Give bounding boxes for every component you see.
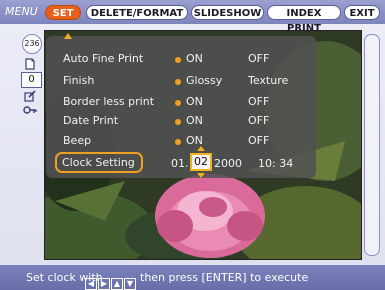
selected-bullet-icon [175,100,181,106]
selected-bullet-icon [175,119,181,125]
tab-exit[interactable]: EXIT [344,5,380,20]
finish-glossy-option[interactable]: Glossy [186,74,222,87]
increase-arrow-icon[interactable] [197,146,205,151]
copies-field[interactable]: 0 [21,72,42,88]
image-count-badge: 236 [22,34,42,54]
clock-month[interactable]: 01. [171,157,189,170]
left-arrow-key-icon: ◀ [85,278,97,290]
clock-year[interactable]: 2000 [214,157,242,170]
clock-day-field[interactable]: 02 [190,153,212,171]
borderless-off-option[interactable]: OFF [248,95,269,108]
auto-fine-print-off-option[interactable]: OFF [248,52,269,65]
setting-label-auto-fine-print: Auto Fine Print [63,52,144,65]
setting-label-clock: Clock Setting [62,156,135,169]
setting-label-borderless-print: Border less print [63,95,155,108]
scrollbar[interactable] [364,34,380,256]
selected-bullet-icon [175,139,181,145]
tab-delete-format[interactable]: DELETE/FORMAT [86,5,188,20]
status-suffix: then press [ENTER] to execute [140,271,309,284]
tab-slideshow[interactable]: SLIDESHOW [191,5,264,20]
selected-bullet-icon [175,57,181,63]
date-print-off-option[interactable]: OFF [248,114,269,127]
clock-time[interactable]: 10: 34 [258,157,293,170]
setting-label-beep: Beep [63,134,92,147]
right-arrow-key-icon: ▶ [98,278,110,290]
borderless-on-option[interactable]: ON [186,95,203,108]
decrease-arrow-icon[interactable] [197,173,205,178]
finish-texture-option[interactable]: Texture [248,74,288,87]
arrow-keys-hint: ◀ ▶ ▲ ▼ [85,271,137,290]
scroll-up-arrow-icon[interactable] [64,33,72,39]
tab-set[interactable]: SET [45,5,81,20]
down-arrow-key-icon: ▼ [124,278,136,290]
selected-bullet-icon [175,79,181,85]
setting-label-finish: Finish [63,74,95,87]
date-print-on-option[interactable]: ON [186,114,203,127]
beep-off-option[interactable]: OFF [248,134,269,147]
setting-label-date-print: Date Print [63,114,119,127]
auto-fine-print-on-option[interactable]: ON [186,52,203,65]
edit-icon [24,90,36,102]
menu-label: MENU [5,5,38,18]
up-arrow-key-icon: ▲ [111,278,123,290]
tab-index-print[interactable]: INDEX PRINT [267,5,341,34]
key-icon [23,106,37,114]
print-icon [25,58,35,70]
